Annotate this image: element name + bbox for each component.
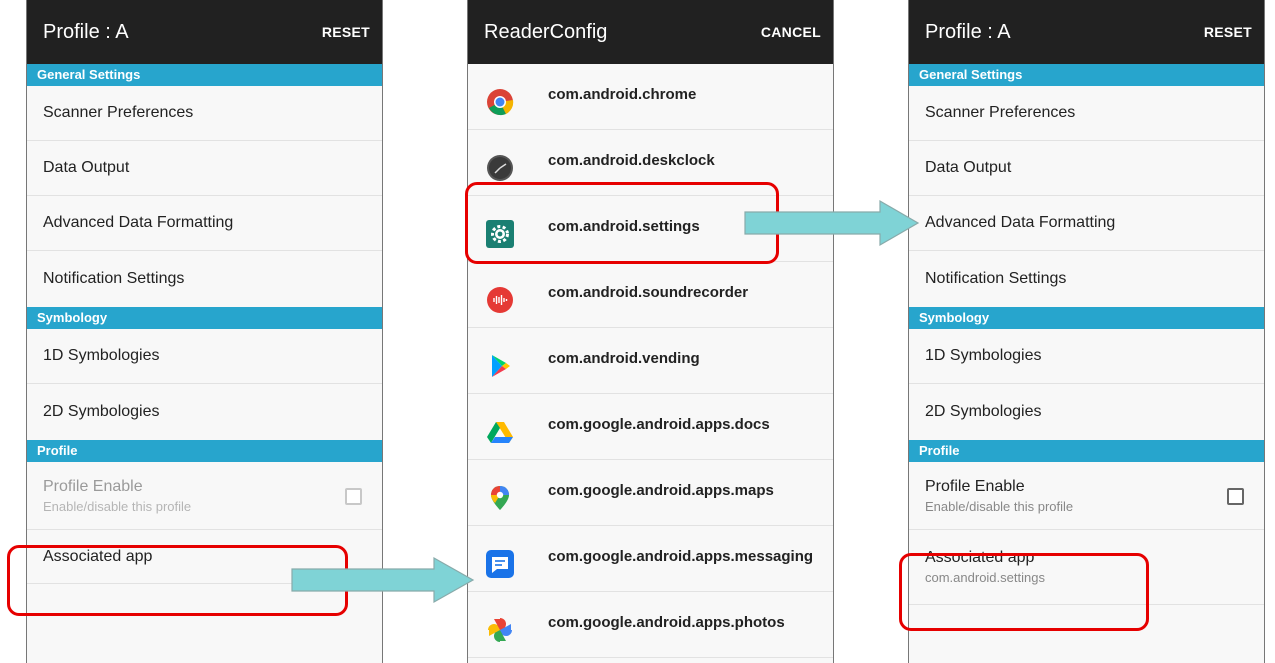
app-list-item[interactable]: com.android.soundrecorder (468, 262, 833, 328)
profile-enable-item[interactable]: Profile Enable Enable/disable this profi… (27, 462, 382, 530)
app-list-item[interactable]: com.google.android.apps.photos (468, 592, 833, 658)
clock-icon (486, 154, 514, 182)
scanner-preferences-item[interactable]: Scanner Preferences (909, 86, 1264, 141)
chrome-icon (486, 88, 514, 116)
app-list-item[interactable]: com.google.android.apps.messaging (468, 526, 833, 592)
symbologies-1d-item[interactable]: 1D Symbologies (27, 329, 382, 384)
profile-enable-checkbox[interactable] (345, 488, 362, 505)
app-list-item[interactable]: com.android.chrome (468, 64, 833, 130)
advanced-data-formatting-item[interactable]: Advanced Data Formatting (909, 196, 1264, 251)
app-package-label: com.google.android.apps.photos (548, 614, 785, 631)
scanner-preferences-item[interactable]: Scanner Preferences (27, 86, 382, 141)
section-header-profile: Profile (909, 440, 1264, 462)
app-list-item[interactable]: com.android.vending (468, 328, 833, 394)
app-package-label: com.android.chrome (548, 86, 697, 103)
messages-icon (486, 550, 514, 578)
data-output-item[interactable]: Data Output (27, 141, 382, 196)
profile-enable-description: Enable/disable this profile (43, 498, 192, 514)
section-header-symbology: Symbology (27, 307, 382, 329)
page-title: Profile : A (925, 20, 1011, 43)
app-package-label: com.android.vending (548, 350, 700, 367)
notification-settings-item[interactable]: Notification Settings (27, 251, 382, 307)
app-package-label: com.android.deskclock (548, 152, 715, 169)
highlight-settings-app (465, 182, 779, 264)
app-bar: Profile : A RESET (909, 0, 1264, 64)
section-header-profile: Profile (27, 440, 382, 462)
data-output-item[interactable]: Data Output (909, 141, 1264, 196)
app-bar: Profile : A RESET (27, 0, 382, 64)
google-drive-icon (486, 418, 514, 446)
page-title: Profile : A (43, 20, 129, 43)
app-list-item[interactable]: com.google.android.apps.docs (468, 394, 833, 460)
symbologies-1d-item[interactable]: 1D Symbologies (909, 329, 1264, 384)
arrow-right-icon (744, 199, 920, 247)
reset-button[interactable]: RESET (1204, 24, 1252, 40)
profile-enable-item[interactable]: Profile Enable Enable/disable this profi… (909, 462, 1264, 530)
arrow-right-icon (291, 556, 475, 604)
notification-settings-item[interactable]: Notification Settings (909, 251, 1264, 307)
highlight-associated-app-value (899, 553, 1149, 631)
profile-enable-label: Profile Enable (925, 477, 1025, 495)
app-package-label: com.google.android.apps.docs (548, 416, 770, 433)
app-picker-screen: ReaderConfig CANCEL com.android.chrome c… (467, 0, 834, 663)
profile-enable-label: Profile Enable (43, 477, 143, 495)
symbologies-2d-item[interactable]: 2D Symbologies (27, 384, 382, 440)
section-header-symbology: Symbology (909, 307, 1264, 329)
google-photos-icon (486, 616, 514, 644)
advanced-data-formatting-item[interactable]: Advanced Data Formatting (27, 196, 382, 251)
reset-button[interactable]: RESET (322, 24, 370, 40)
app-package-label: com.google.android.apps.messaging (548, 548, 814, 565)
app-package-label: com.android.soundrecorder (548, 284, 749, 301)
google-maps-icon (486, 484, 514, 512)
app-bar: ReaderConfig CANCEL (468, 0, 833, 64)
section-header-general: General Settings (909, 64, 1264, 86)
symbologies-2d-item[interactable]: 2D Symbologies (909, 384, 1264, 440)
profile-enable-checkbox[interactable] (1227, 488, 1244, 505)
sound-recorder-icon (486, 286, 514, 314)
app-package-label: com.google.android.apps.maps (548, 482, 774, 499)
section-header-general: General Settings (27, 64, 382, 86)
dialog-title: ReaderConfig (484, 20, 608, 43)
app-list-item[interactable]: com.google.android.apps.maps (468, 460, 833, 526)
play-store-icon (486, 352, 514, 380)
cancel-button[interactable]: CANCEL (761, 24, 821, 40)
profile-enable-description: Enable/disable this profile (925, 498, 1074, 514)
